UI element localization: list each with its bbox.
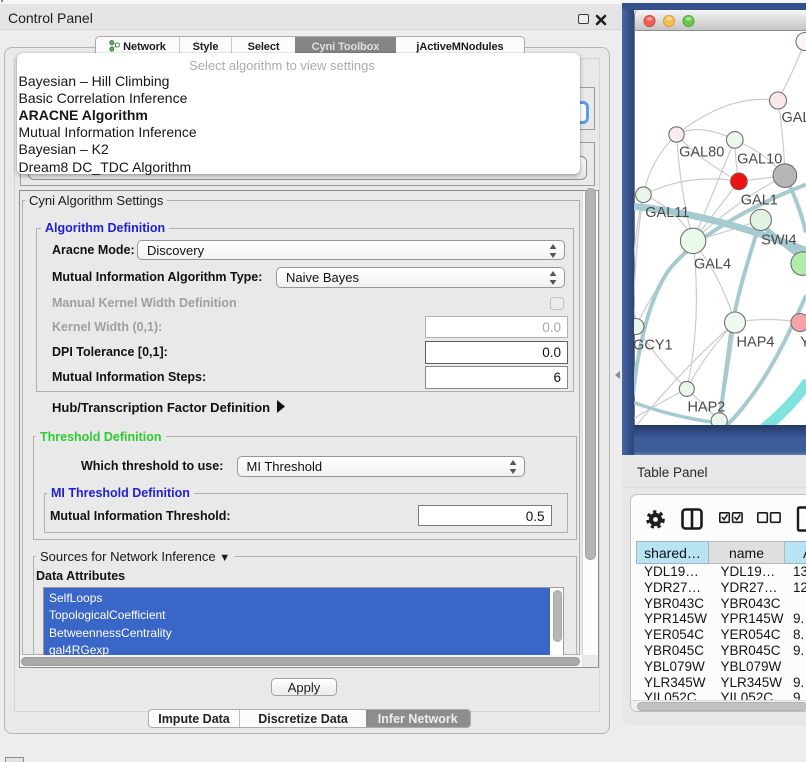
svg-text:GAL7: GAL7 <box>781 110 806 126</box>
svg-text:GCY1: GCY1 <box>634 337 673 353</box>
svg-text:HAP2: HAP2 <box>687 399 725 415</box>
svg-text:GAL11: GAL11 <box>645 205 689 221</box>
svg-text:GAL80: GAL80 <box>679 144 724 160</box>
svg-text:HAP4: HAP4 <box>737 334 775 350</box>
svg-text:GAL4: GAL4 <box>694 256 731 272</box>
svg-text:Y: Y <box>800 334 806 350</box>
svg-text:GAL10: GAL10 <box>737 151 782 167</box>
svg-text:GAL1: GAL1 <box>741 192 778 208</box>
svg-text:SWI4: SWI4 <box>761 232 796 248</box>
